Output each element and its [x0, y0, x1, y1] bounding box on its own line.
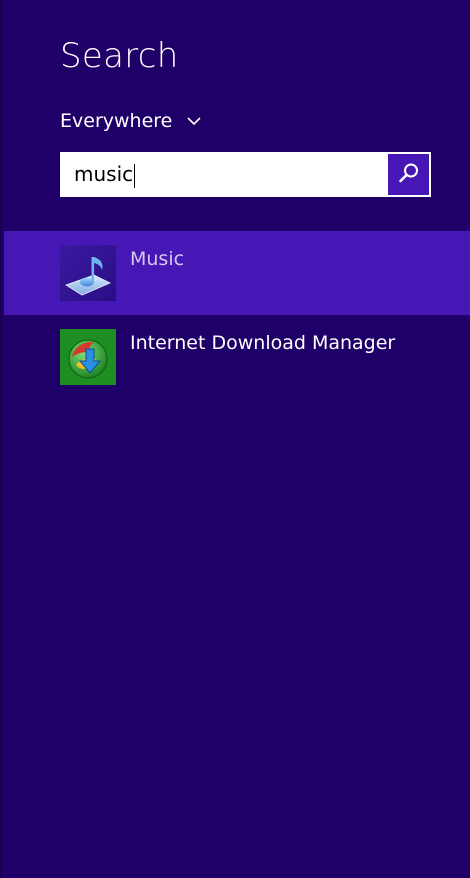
idm-app-icon — [60, 329, 116, 385]
text-caret — [134, 163, 136, 188]
search-input-value: music — [74, 162, 134, 186]
page-title: Search — [60, 36, 179, 76]
result-item-music[interactable]: Music — [4, 231, 470, 315]
search-results-list: Music Internet Download Manager — [4, 231, 470, 399]
search-box: music — [60, 152, 431, 197]
search-input[interactable]: music — [74, 154, 374, 195]
search-scope-label: Everywhere — [60, 110, 173, 132]
result-label: Internet Download Manager — [130, 332, 396, 354]
search-button[interactable] — [388, 154, 429, 195]
search-scope-dropdown[interactable]: Everywhere — [60, 108, 202, 134]
search-charm-pane: Search Everywhere music Music Internet D… — [0, 0, 470, 878]
result-item-internet-download-manager[interactable]: Internet Download Manager — [4, 315, 470, 399]
music-app-icon — [60, 245, 116, 301]
result-label: Music — [130, 248, 185, 270]
chevron-down-icon — [186, 113, 202, 129]
search-icon — [397, 161, 421, 189]
